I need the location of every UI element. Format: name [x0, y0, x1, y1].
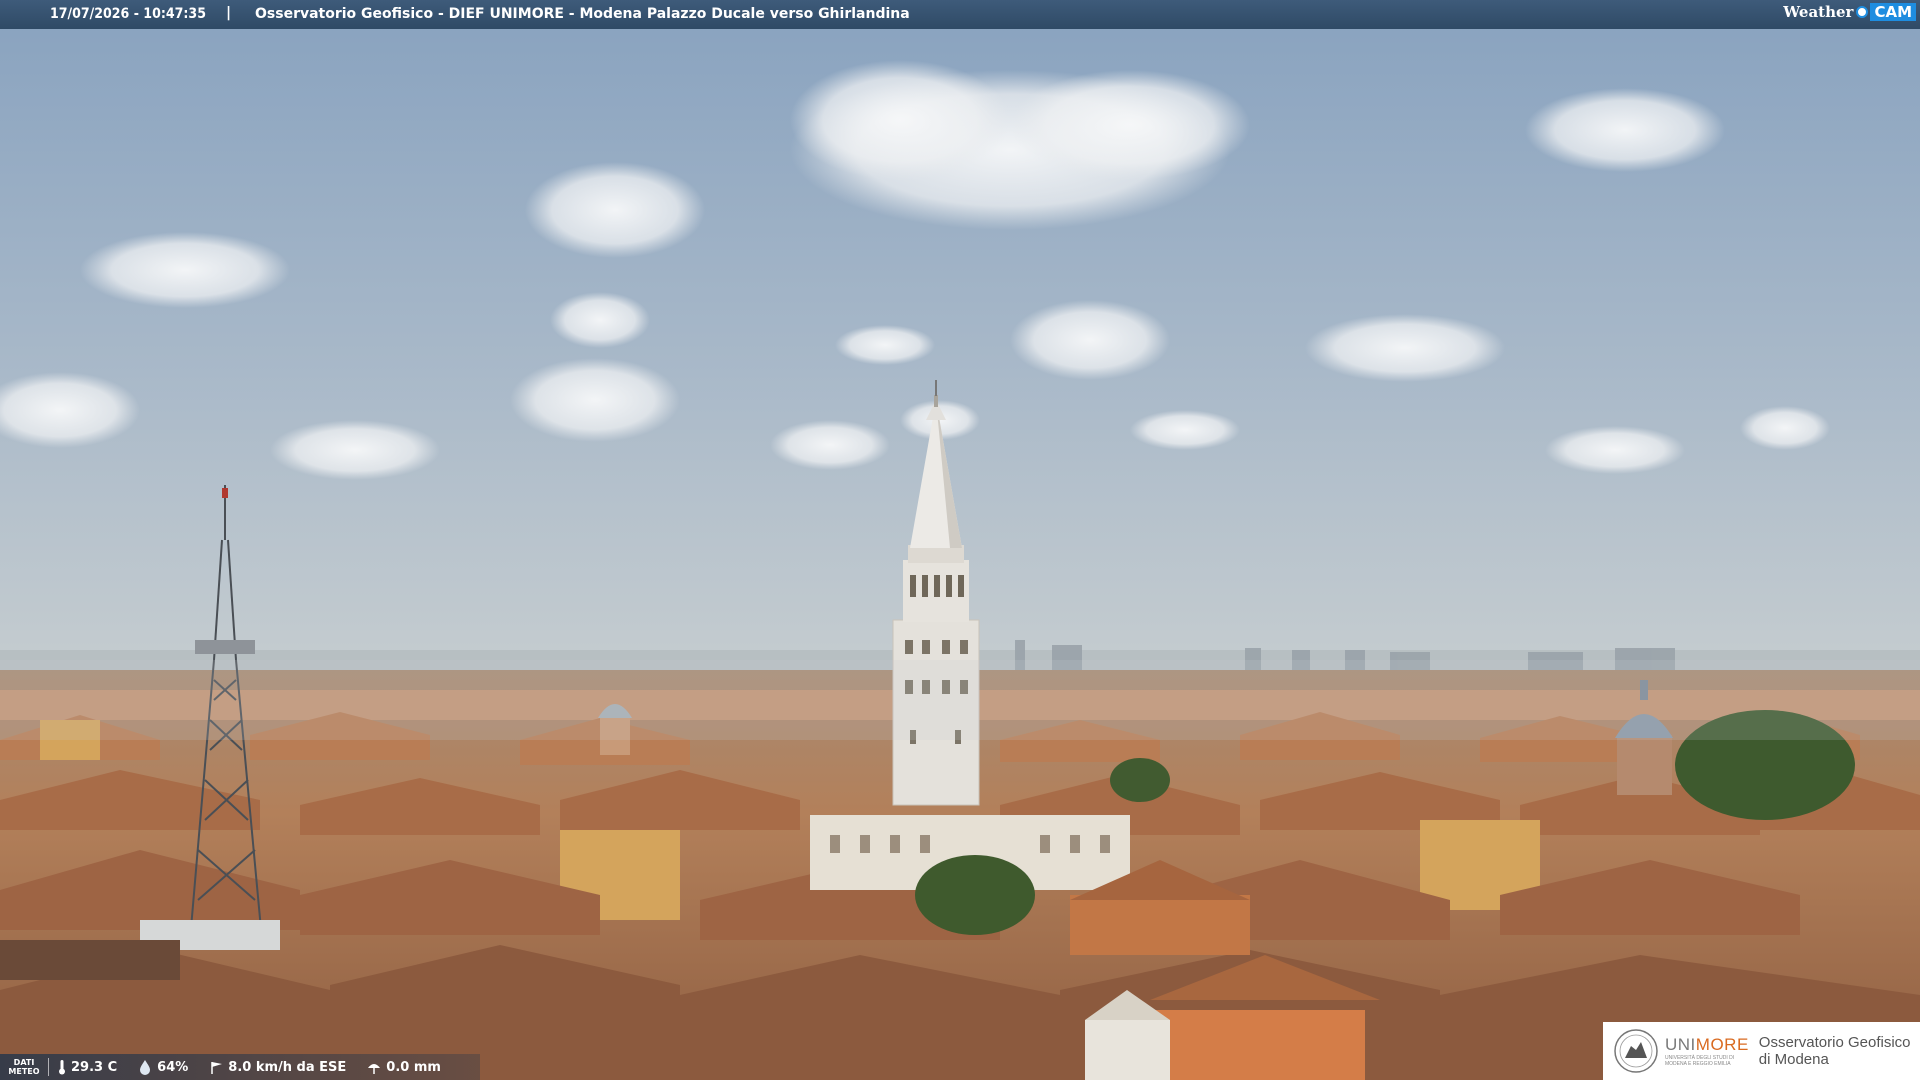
weather-data-label-line2: METEO: [8, 1067, 40, 1076]
wind-value: 8.0 km/h da ESE: [228, 1059, 347, 1075]
camera-title: Osservatorio Geofisico - DIEF UNIMORE - …: [255, 6, 910, 22]
title-separator: |: [226, 5, 232, 21]
university-name-block: UNIMORE UNIVERSITÀ DEGLI STUDI DI MODENA…: [1665, 1035, 1749, 1067]
brand-weather-text: Weather: [1783, 3, 1854, 21]
university-seal-icon: [1614, 1029, 1658, 1073]
temperature-value: 29.3 C: [71, 1059, 118, 1075]
wind-reading: 8.0 km/h da ESE: [208, 1059, 346, 1075]
rain-gauge-icon: [368, 1064, 381, 1074]
top-overlay-bar: 17/07/2026 - 10:47:35 | Osservatorio Geo…: [0, 0, 1920, 29]
webcam-frame: 17/07/2026 - 10:47:35 | Osservatorio Geo…: [0, 0, 1920, 1080]
brand-cam-text: CAM: [1870, 3, 1916, 21]
wind-icon: [211, 1062, 223, 1074]
weather-data-bar: DATI METEO 29.3 C 64% 8.0 km/h da ESE 0.…: [0, 1054, 480, 1080]
temperature-reading: 29.3 C: [57, 1059, 117, 1075]
university-name: UNIMORE: [1665, 1035, 1749, 1055]
rain-reading: 0.0 mm: [366, 1059, 441, 1075]
droplet-icon: [140, 1060, 151, 1075]
weather-data-label: DATI METEO: [0, 1058, 49, 1076]
weather-data-label-line1: DATI: [13, 1058, 35, 1067]
observatory-name: Osservatorio Geofisico di Modena: [1759, 1034, 1911, 1068]
unimore-logo-box: UNIMORE UNIVERSITÀ DEGLI STUDI DI MODENA…: [1603, 1022, 1920, 1080]
camera-lens-icon: [1856, 6, 1869, 18]
thermometer-icon: [59, 1060, 65, 1075]
humidity-value: 64%: [157, 1059, 189, 1075]
university-subtitle-2: MODENA E REGGIO EMILIA: [1665, 1061, 1731, 1067]
rain-value: 0.0 mm: [386, 1059, 441, 1075]
timestamp: 17/07/2026 - 10:47:35: [50, 6, 206, 22]
observatory-line1: Osservatorio Geofisico: [1758, 1034, 1911, 1051]
observatory-line2: di Modena: [1758, 1051, 1829, 1068]
humidity-reading: 64%: [137, 1059, 188, 1075]
university-name-prefix: UNI: [1665, 1035, 1696, 1054]
webcam-image: [0, 0, 1920, 1080]
university-name-suffix: MORE: [1695, 1035, 1749, 1054]
weathercam-logo: Weather CAM: [1783, 3, 1916, 21]
